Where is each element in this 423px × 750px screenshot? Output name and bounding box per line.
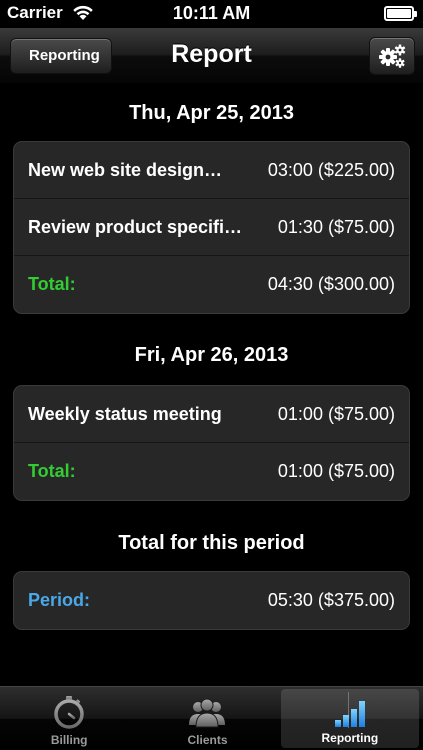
- period-label: Period:: [28, 590, 91, 610]
- day-group: Weekly status meeting 01:00 ($75.00) Tot…: [13, 385, 410, 501]
- gear-icon: [379, 44, 406, 68]
- tab-reporting[interactable]: Reporting: [280, 689, 419, 748]
- period-group: Period: 05:30 ($375.00): [13, 571, 410, 630]
- period-value: 05:30 ($375.00): [267, 590, 395, 610]
- day-group: New web site design… 03:00 ($225.00) Rev…: [13, 141, 410, 314]
- tab-billing[interactable]: Billing: [0, 687, 138, 750]
- stopwatch-icon: [54, 696, 84, 729]
- battery-icon: [384, 6, 417, 21]
- status-time: 10:11 AM: [172, 3, 251, 23]
- entry-name: New web site design…: [28, 159, 223, 180]
- page-title: Report: [171, 40, 252, 68]
- tab-clients[interactable]: Clients: [138, 687, 276, 750]
- tab-bar: Billing Clients Reporting: [0, 686, 423, 750]
- bar-chart-icon: [334, 692, 365, 728]
- tab-label: Billing: [50, 733, 88, 747]
- period-row: Period: 05:30 ($375.00): [14, 572, 409, 629]
- date-header: Thu, Apr 25, 2013: [129, 102, 294, 124]
- total-row: Total: 01:00 ($75.00): [14, 443, 409, 500]
- people-icon: [189, 698, 226, 728]
- total-row: Total: 04:30 ($300.00): [14, 256, 409, 313]
- total-value: 01:00 ($75.00): [277, 461, 395, 481]
- navigation-bar: Reporting Report: [0, 28, 423, 84]
- period-header: Total for this period: [118, 532, 305, 554]
- date-header: Fri, Apr 26, 2013: [134, 344, 289, 366]
- list-item[interactable]: New web site design… 03:00 ($225.00): [14, 142, 409, 199]
- status-bar: Carrier 10:11 AM: [0, 0, 423, 28]
- list-item[interactable]: Review product specifi… 01:30 ($75.00): [14, 199, 409, 256]
- entry-name: Weekly status meeting: [28, 403, 222, 424]
- list-item[interactable]: Weekly status meeting 01:00 ($75.00): [14, 386, 409, 443]
- entry-value: 03:00 ($225.00): [267, 159, 395, 180]
- tab-label: Clients: [187, 733, 228, 747]
- entry-name: Review product specifi…: [28, 216, 243, 237]
- report-content[interactable]: Thu, Apr 25, 2013 New web site design… 0…: [0, 85, 423, 685]
- entry-value: 01:30 ($75.00): [277, 216, 395, 237]
- total-label: Total:: [28, 274, 76, 294]
- tab-label: Reporting: [321, 731, 379, 745]
- total-value: 04:30 ($300.00): [267, 274, 395, 294]
- settings-button[interactable]: [369, 37, 415, 75]
- total-label: Total:: [28, 461, 76, 481]
- entry-value: 01:00 ($75.00): [277, 403, 395, 424]
